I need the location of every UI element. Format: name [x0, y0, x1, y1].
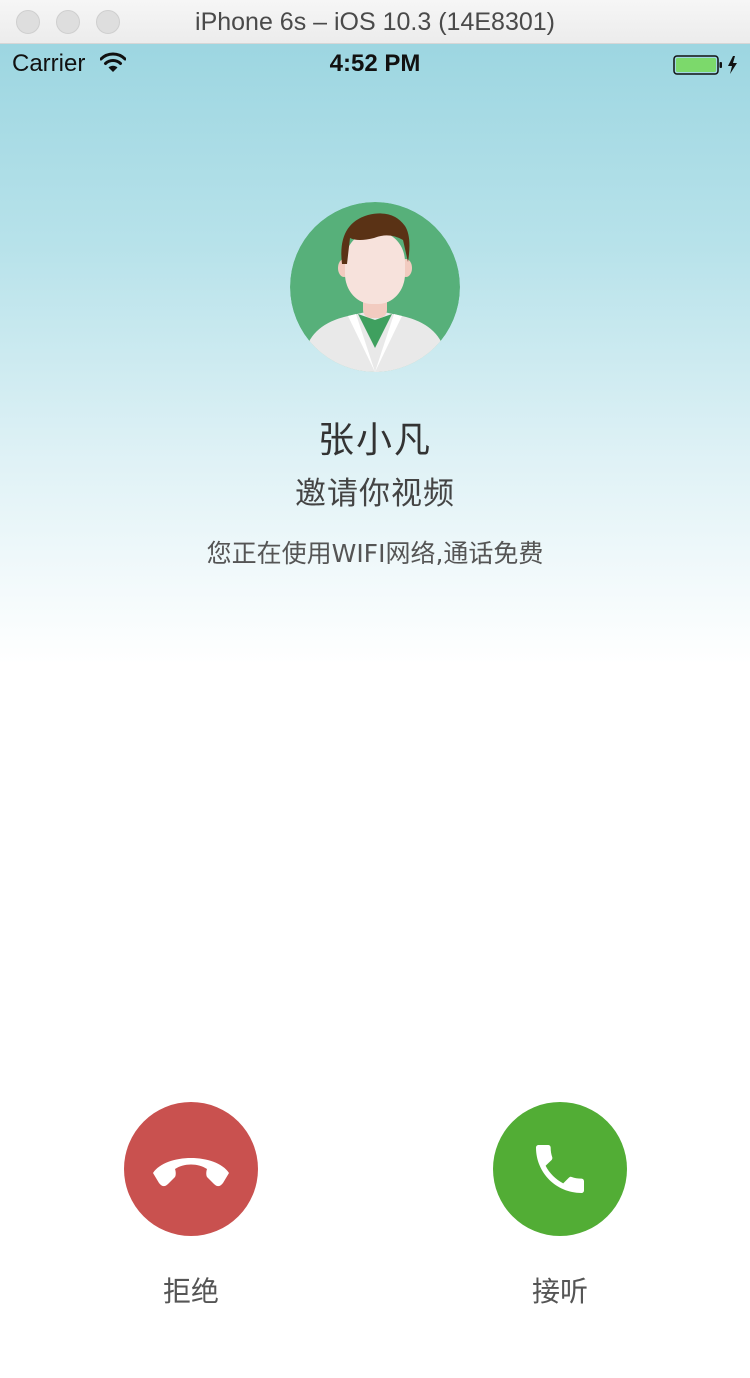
hang-up-icon — [153, 1158, 229, 1187]
battery-level — [676, 58, 716, 72]
clock: 4:52 PM — [329, 50, 421, 77]
call-invite-text: 邀请你视频 — [295, 476, 455, 512]
incoming-video-call-screen: Carrier 4:52 PM 张小凡 邀请你视频 您正在使用WIFI网络,通话… — [0, 44, 750, 1378]
window-title: iPhone 6s – iOS 10.3 (14E8301) — [195, 8, 555, 36]
status-bar: Carrier 4:52 PM — [0, 44, 750, 84]
caller-avatar — [290, 202, 460, 372]
accept-call-button[interactable] — [493, 1102, 627, 1236]
decline-label: 拒绝 — [162, 1275, 219, 1308]
accept-label: 接听 — [531, 1275, 588, 1308]
decline-call-button[interactable] — [124, 1102, 258, 1236]
charging-bolt-icon — [728, 56, 737, 74]
simulator-title-bar: iPhone 6s – iOS 10.3 (14E8301) — [0, 0, 750, 44]
battery-icon — [673, 55, 737, 75]
phone-icon — [536, 1145, 584, 1193]
network-notice: 您正在使用WIFI网络,通话免费 — [206, 539, 544, 568]
caller-name: 张小凡 — [317, 420, 432, 461]
